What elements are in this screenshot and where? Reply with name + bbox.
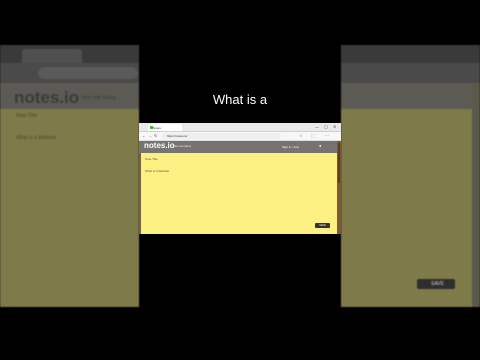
tab-title: Notes — [153, 126, 161, 130]
reload-icon[interactable]: ↻ — [154, 133, 157, 138]
note-body-textarea[interactable]: What is a Website — [145, 169, 169, 173]
site-tagline: fast note taking — [174, 145, 191, 148]
bg-tabstrip-right — [341, 45, 480, 63]
minimize-icon[interactable]: — — [315, 124, 319, 129]
maximize-icon[interactable]: ▢ — [324, 124, 328, 129]
save-button[interactable]: SAVE — [315, 223, 330, 228]
browser-tab[interactable]: Notes — [148, 124, 182, 131]
menu-icon[interactable]: ⋯ — [325, 133, 329, 138]
sign-in-link[interactable]: Sign in / Join — [282, 145, 299, 149]
bg-note-text: What is a Website — [16, 135, 57, 141]
bg-note-title: Note Title — [16, 113, 38, 119]
note-title-input[interactable]: Note Title — [145, 157, 158, 161]
address-text: https://notes.io/ — [167, 134, 188, 138]
background-right-panel: SAVE — [341, 45, 480, 307]
bg-save-label: SAVE — [431, 281, 444, 287]
close-icon[interactable]: ✕ — [333, 124, 336, 129]
favorites-icon[interactable]: ☆ — [299, 133, 303, 138]
bg-save-button: SAVE — [417, 279, 455, 289]
user-icon[interactable]: ● — [319, 143, 321, 148]
bg-tagline: fast note taking — [82, 95, 116, 101]
scrollbar-thumb[interactable] — [338, 143, 340, 183]
extensions-icon[interactable]: ⬚ — [311, 133, 315, 138]
background-left-panel: notes.io fast note taking Note Title Wha… — [0, 45, 139, 307]
forward-icon[interactable]: → — [148, 133, 152, 138]
bg-logo: notes.io — [14, 88, 80, 107]
bg-site-header-right — [341, 83, 480, 109]
address-bar[interactable]: https://notes.io/ — [161, 133, 281, 139]
note-area[interactable] — [139, 153, 339, 234]
back-icon[interactable]: ← — [142, 133, 146, 138]
bg-address-bar — [38, 67, 138, 79]
bg-tab — [22, 49, 82, 63]
site-logo[interactable]: notes.io — [144, 141, 175, 150]
bg-scrollbar — [472, 83, 480, 307]
browser-window: Notes — ▢ ✕ ← → ↻ https://notes.io/ ☆ ⬚ … — [139, 123, 341, 234]
video-caption: What is a — [212, 92, 268, 107]
